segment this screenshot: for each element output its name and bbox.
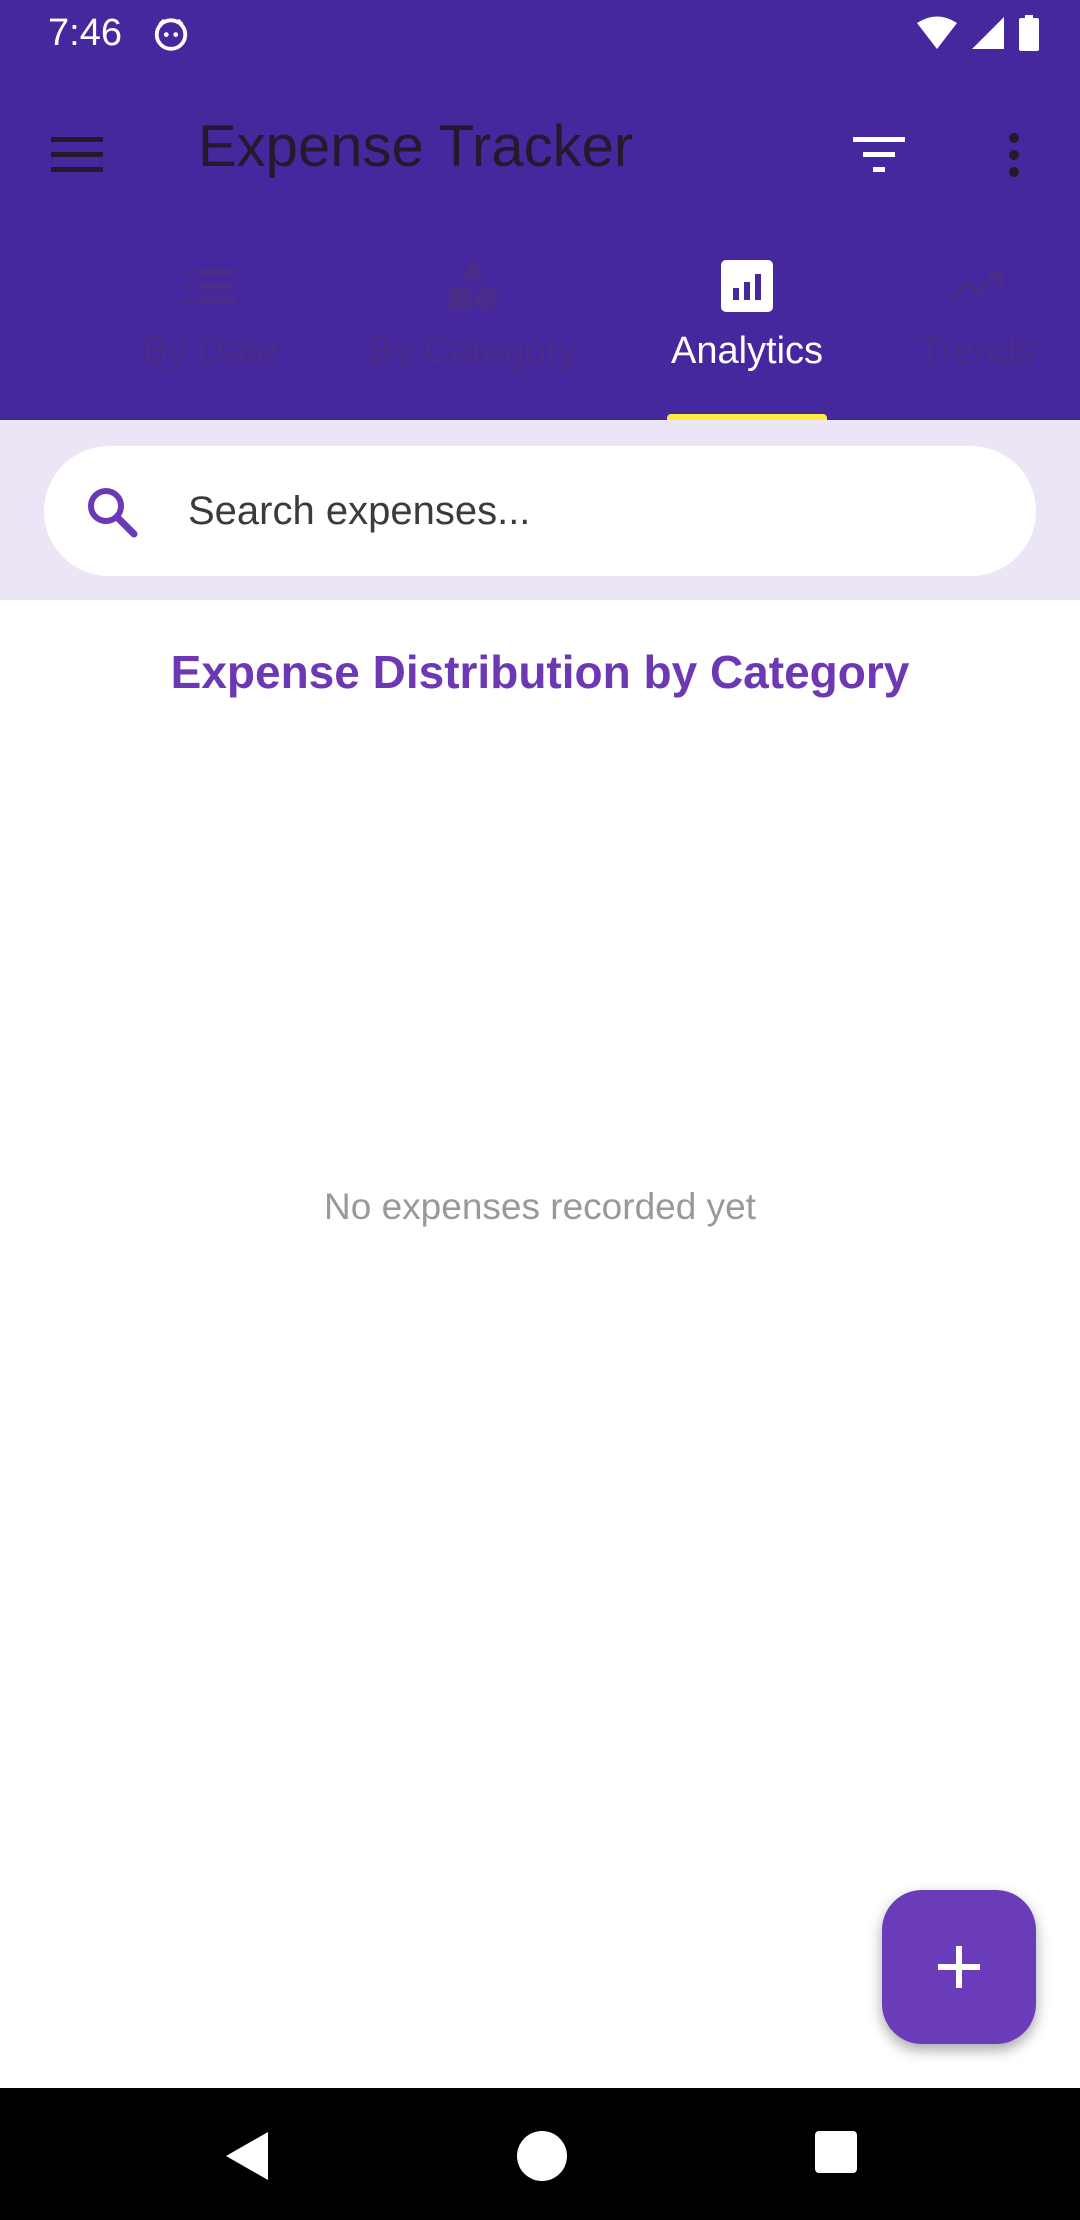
app-title: Expense Tracker [198, 114, 634, 179]
recents-icon[interactable] [814, 2130, 858, 2174]
search-input[interactable] [188, 476, 988, 546]
add-expense-button[interactable] [882, 1890, 1036, 2044]
tab-label: By Category [368, 330, 578, 372]
filter-icon [853, 137, 905, 172]
menu-button[interactable] [38, 116, 116, 194]
search-icon [88, 488, 138, 538]
analytics-icon [717, 256, 777, 316]
hamburger-menu-icon [51, 137, 103, 172]
section-title: Expense Distribution by Category [170, 646, 910, 698]
empty-state-message: No expenses recorded yet [324, 1186, 756, 1227]
app-bar: Expense Tracker By Date By Category Anal… [0, 66, 1080, 422]
system-nav-bar [0, 2088, 1080, 2220]
tab-trends[interactable]: Trends [912, 256, 1042, 416]
filter-button[interactable] [840, 116, 918, 194]
status-time: 7:46 [48, 12, 122, 54]
category-shapes-icon [443, 256, 503, 316]
trending-up-icon [947, 256, 1007, 316]
tab-by-category[interactable]: By Category [360, 256, 586, 416]
list-icon [180, 256, 240, 316]
tab-analytics[interactable]: Analytics [660, 256, 834, 416]
home-icon[interactable] [514, 2128, 570, 2184]
search-area [0, 420, 1080, 600]
tab-by-date[interactable]: By Date [130, 256, 290, 416]
status-icons [916, 14, 1040, 52]
search-bar[interactable] [44, 446, 1036, 576]
battery-icon [1019, 15, 1039, 51]
screen: 7:46 Expense Tracker By Date By Category… [0, 0, 1080, 2220]
back-icon[interactable] [220, 2128, 276, 2184]
more-options-button[interactable] [974, 116, 1054, 194]
notification-cat-icon [154, 18, 188, 51]
tab-label: Analytics [670, 330, 824, 372]
plus-icon [938, 1946, 980, 1988]
tab-label: Trends [918, 330, 1036, 372]
wifi-icon [917, 16, 957, 49]
status-bar: 7:46 [0, 0, 1080, 66]
signal-icon [972, 17, 1004, 49]
more-vert-icon [1009, 133, 1019, 177]
tab-label: By Date [142, 330, 278, 372]
